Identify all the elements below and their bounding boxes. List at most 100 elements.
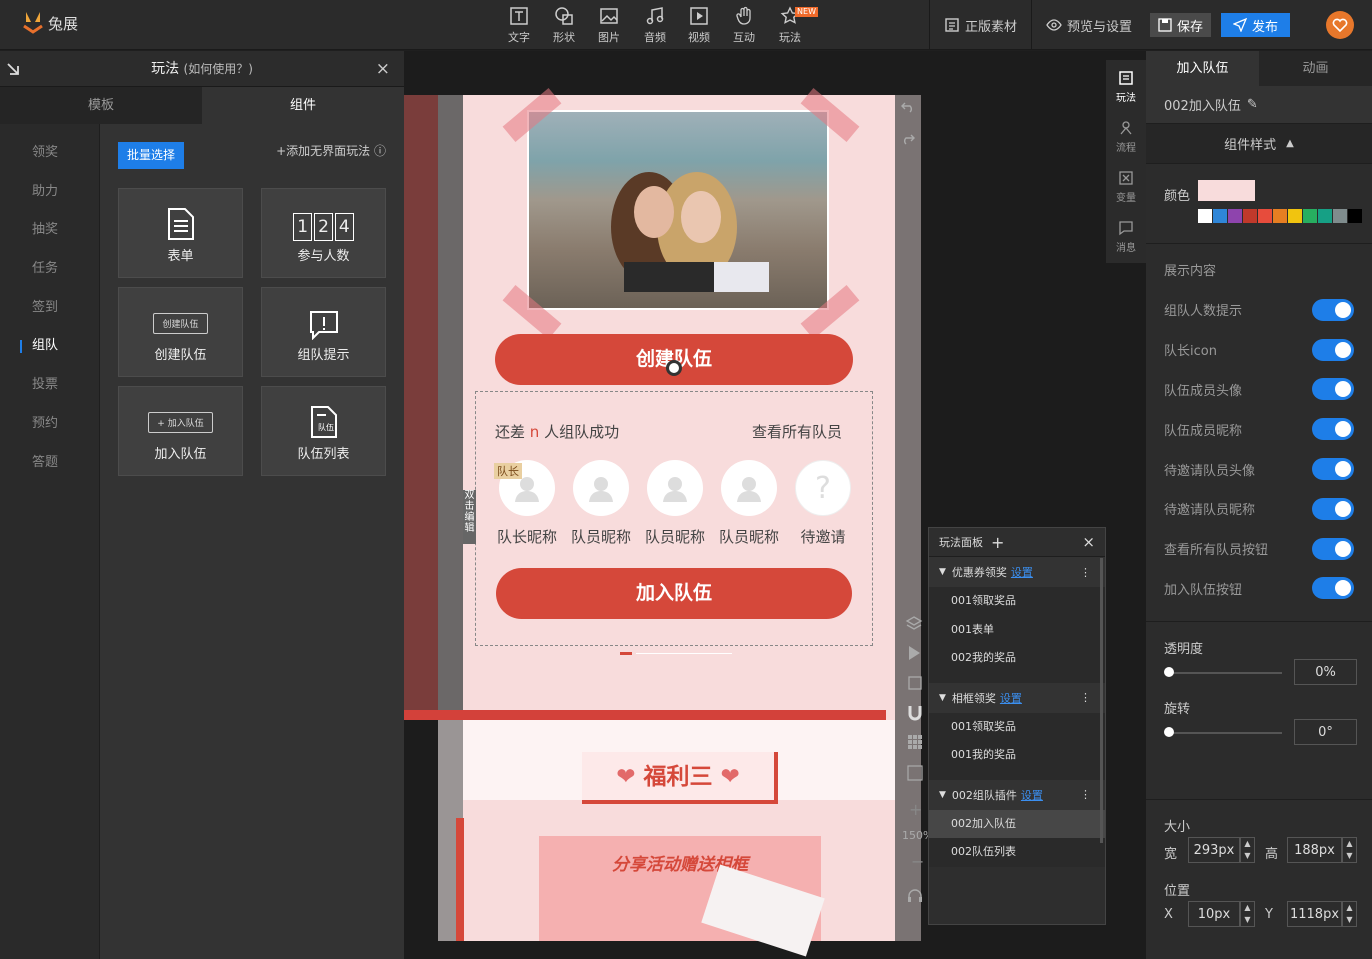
opacity-input[interactable]: 0% [1294, 659, 1357, 686]
category-item-active[interactable]: 组队 [0, 327, 99, 366]
height-stepper[interactable]: ▲ ▼ [1342, 837, 1357, 864]
rotate-slider-track[interactable] [1168, 732, 1282, 735]
category-item[interactable]: 助力 [0, 173, 99, 212]
batch-select-button[interactable]: 批量选择 [118, 142, 185, 169]
play-group-header[interactable]: ▼ 相框领奖 设置 ⋮ [929, 682, 1105, 713]
tool-video[interactable]: 视频 [677, 6, 721, 45]
magnet-icon[interactable] [907, 704, 923, 722]
x-stepper[interactable]: ▲ ▼ [1240, 901, 1255, 928]
zoom-out-button[interactable]: − [911, 852, 924, 871]
more-vertical-icon[interactable]: ⋮ [1080, 691, 1091, 704]
y-stepper[interactable]: ▲ ▼ [1342, 901, 1357, 928]
side-tab-message[interactable]: 消息 [1106, 210, 1146, 260]
toggle-switch[interactable] [1312, 378, 1354, 401]
category-item[interactable]: 任务 [0, 250, 99, 289]
color-swatch[interactable] [1228, 209, 1242, 223]
collapse-arrow-icon[interactable] [6, 62, 20, 76]
view-all-members-link[interactable]: 查看所有队员 [752, 421, 842, 442]
play-item-selected[interactable]: 002加入队伍 [929, 809, 1105, 838]
component-card-participants[interactable]: 1 2 4 参与人数 [261, 188, 386, 278]
play-item[interactable]: 001我的奖品 [929, 741, 1105, 770]
component-card-create-team[interactable]: 创建队伍 创建队伍 [118, 287, 243, 377]
side-tab-variable[interactable]: 变量 [1106, 160, 1146, 210]
y-input[interactable]: 1118px [1287, 901, 1342, 928]
app-logo[interactable]: 兔展 [22, 10, 78, 36]
width-stepper[interactable]: ▲ ▼ [1240, 837, 1255, 864]
play-group-header[interactable]: ▼ 优惠券领奖 设置 ⋮ [929, 557, 1105, 587]
zoom-in-button[interactable]: + [909, 800, 922, 819]
color-swatch[interactable] [1318, 209, 1332, 223]
color-swatch[interactable] [1258, 209, 1272, 223]
tab-template[interactable]: 模板 [0, 87, 202, 124]
side-tab-play[interactable]: 玩法 [1106, 60, 1146, 110]
tab-component[interactable]: 组件 [202, 87, 404, 124]
play-panel-add-button[interactable]: + [991, 533, 1004, 552]
component-card-team-list[interactable]: 队伍 队伍列表 [261, 386, 386, 476]
toggle-switch[interactable] [1312, 338, 1354, 361]
play-group-settings-link[interactable]: 设置 [1021, 787, 1043, 803]
toggle-switch[interactable] [1312, 537, 1354, 560]
component-card-join-team[interactable]: + 加入队伍 加入队伍 [118, 386, 243, 476]
tool-text[interactable]: 文字 [497, 6, 541, 45]
toggle-switch[interactable] [1312, 418, 1354, 441]
panel-close-button[interactable]: × [376, 51, 390, 87]
more-vertical-icon[interactable]: ⋮ [1080, 566, 1091, 579]
rotate-handle-icon[interactable] [666, 360, 682, 376]
play-item[interactable]: 001领取奖品 [929, 712, 1105, 741]
play-group-settings-link[interactable]: 设置 [1011, 564, 1033, 580]
category-item[interactable]: 抽奖 [0, 211, 99, 250]
play-group-settings-link[interactable]: 设置 [1000, 690, 1022, 706]
x-input[interactable]: 10px [1188, 901, 1240, 928]
layers-icon[interactable] [905, 615, 923, 633]
color-swatch[interactable] [1273, 209, 1287, 223]
color-swatch[interactable] [1348, 209, 1362, 223]
color-swatch[interactable] [1198, 209, 1212, 223]
page-icon[interactable] [907, 675, 923, 691]
play-panel-close-button[interactable]: × [1082, 533, 1095, 551]
color-swatch[interactable] [1243, 209, 1257, 223]
toggle-switch[interactable] [1312, 577, 1354, 600]
more-vertical-icon[interactable]: ⋮ [1080, 788, 1091, 801]
tool-image[interactable]: 图片 [587, 6, 631, 45]
play-item[interactable]: 001表单 [929, 615, 1105, 644]
add-noui-play-button[interactable]: +添加无界面玩法 ⓘ [276, 142, 386, 159]
height-input[interactable]: 188px [1287, 837, 1342, 864]
category-item[interactable]: 投票 [0, 366, 99, 405]
toggle-switch[interactable] [1312, 458, 1354, 481]
rotate-input[interactable]: 0° [1294, 719, 1357, 746]
toggle-switch[interactable] [1312, 497, 1354, 520]
color-swatch[interactable] [1333, 209, 1347, 223]
color-swatch[interactable] [1288, 209, 1302, 223]
tool-interact[interactable]: 互动 [722, 6, 766, 45]
color-swatch[interactable] [1303, 209, 1317, 223]
opacity-slider-track[interactable] [1168, 672, 1282, 675]
play-item[interactable]: 002队伍列表 [929, 838, 1105, 867]
opacity-slider-handle[interactable] [1164, 667, 1174, 678]
style-header[interactable]: 组件样式 ▲ [1146, 124, 1372, 164]
headset-icon[interactable] [907, 888, 923, 904]
tool-audio[interactable]: 音频 [633, 6, 677, 45]
tool-play[interactable]: NEW 玩法 [768, 6, 818, 45]
undo-icon[interactable] [901, 101, 915, 113]
material-button[interactable]: 正版素材 [930, 0, 1031, 50]
rotate-slider-handle[interactable] [1164, 727, 1174, 738]
color-picker[interactable] [1198, 180, 1255, 201]
play-item[interactable]: 001领取奖品 [929, 587, 1105, 616]
redo-icon[interactable] [901, 133, 915, 145]
scrollbar[interactable] [1100, 558, 1103, 843]
category-item[interactable]: 预约 [0, 405, 99, 444]
play-group-header[interactable]: ▼ 002组队插件 设置 ⋮ [929, 779, 1105, 810]
join-team-button[interactable]: 加入队伍 [496, 568, 852, 619]
category-item[interactable]: 领奖 [0, 134, 99, 173]
preview-button[interactable]: 预览与设置 [1032, 0, 1146, 50]
grid-icon[interactable] [907, 734, 923, 750]
width-input[interactable]: 293px [1188, 837, 1240, 864]
category-item[interactable]: 签到 [0, 289, 99, 328]
play-icon[interactable] [907, 645, 921, 661]
component-card-team-alert[interactable]: 组队提示 [261, 287, 386, 377]
component-card-form[interactable]: 表单 [118, 188, 243, 278]
category-item[interactable]: 答题 [0, 444, 99, 483]
tab-animation[interactable]: 动画 [1259, 51, 1372, 86]
toggle-switch[interactable] [1312, 298, 1354, 321]
side-tab-flow[interactable]: 流程 [1106, 110, 1146, 160]
